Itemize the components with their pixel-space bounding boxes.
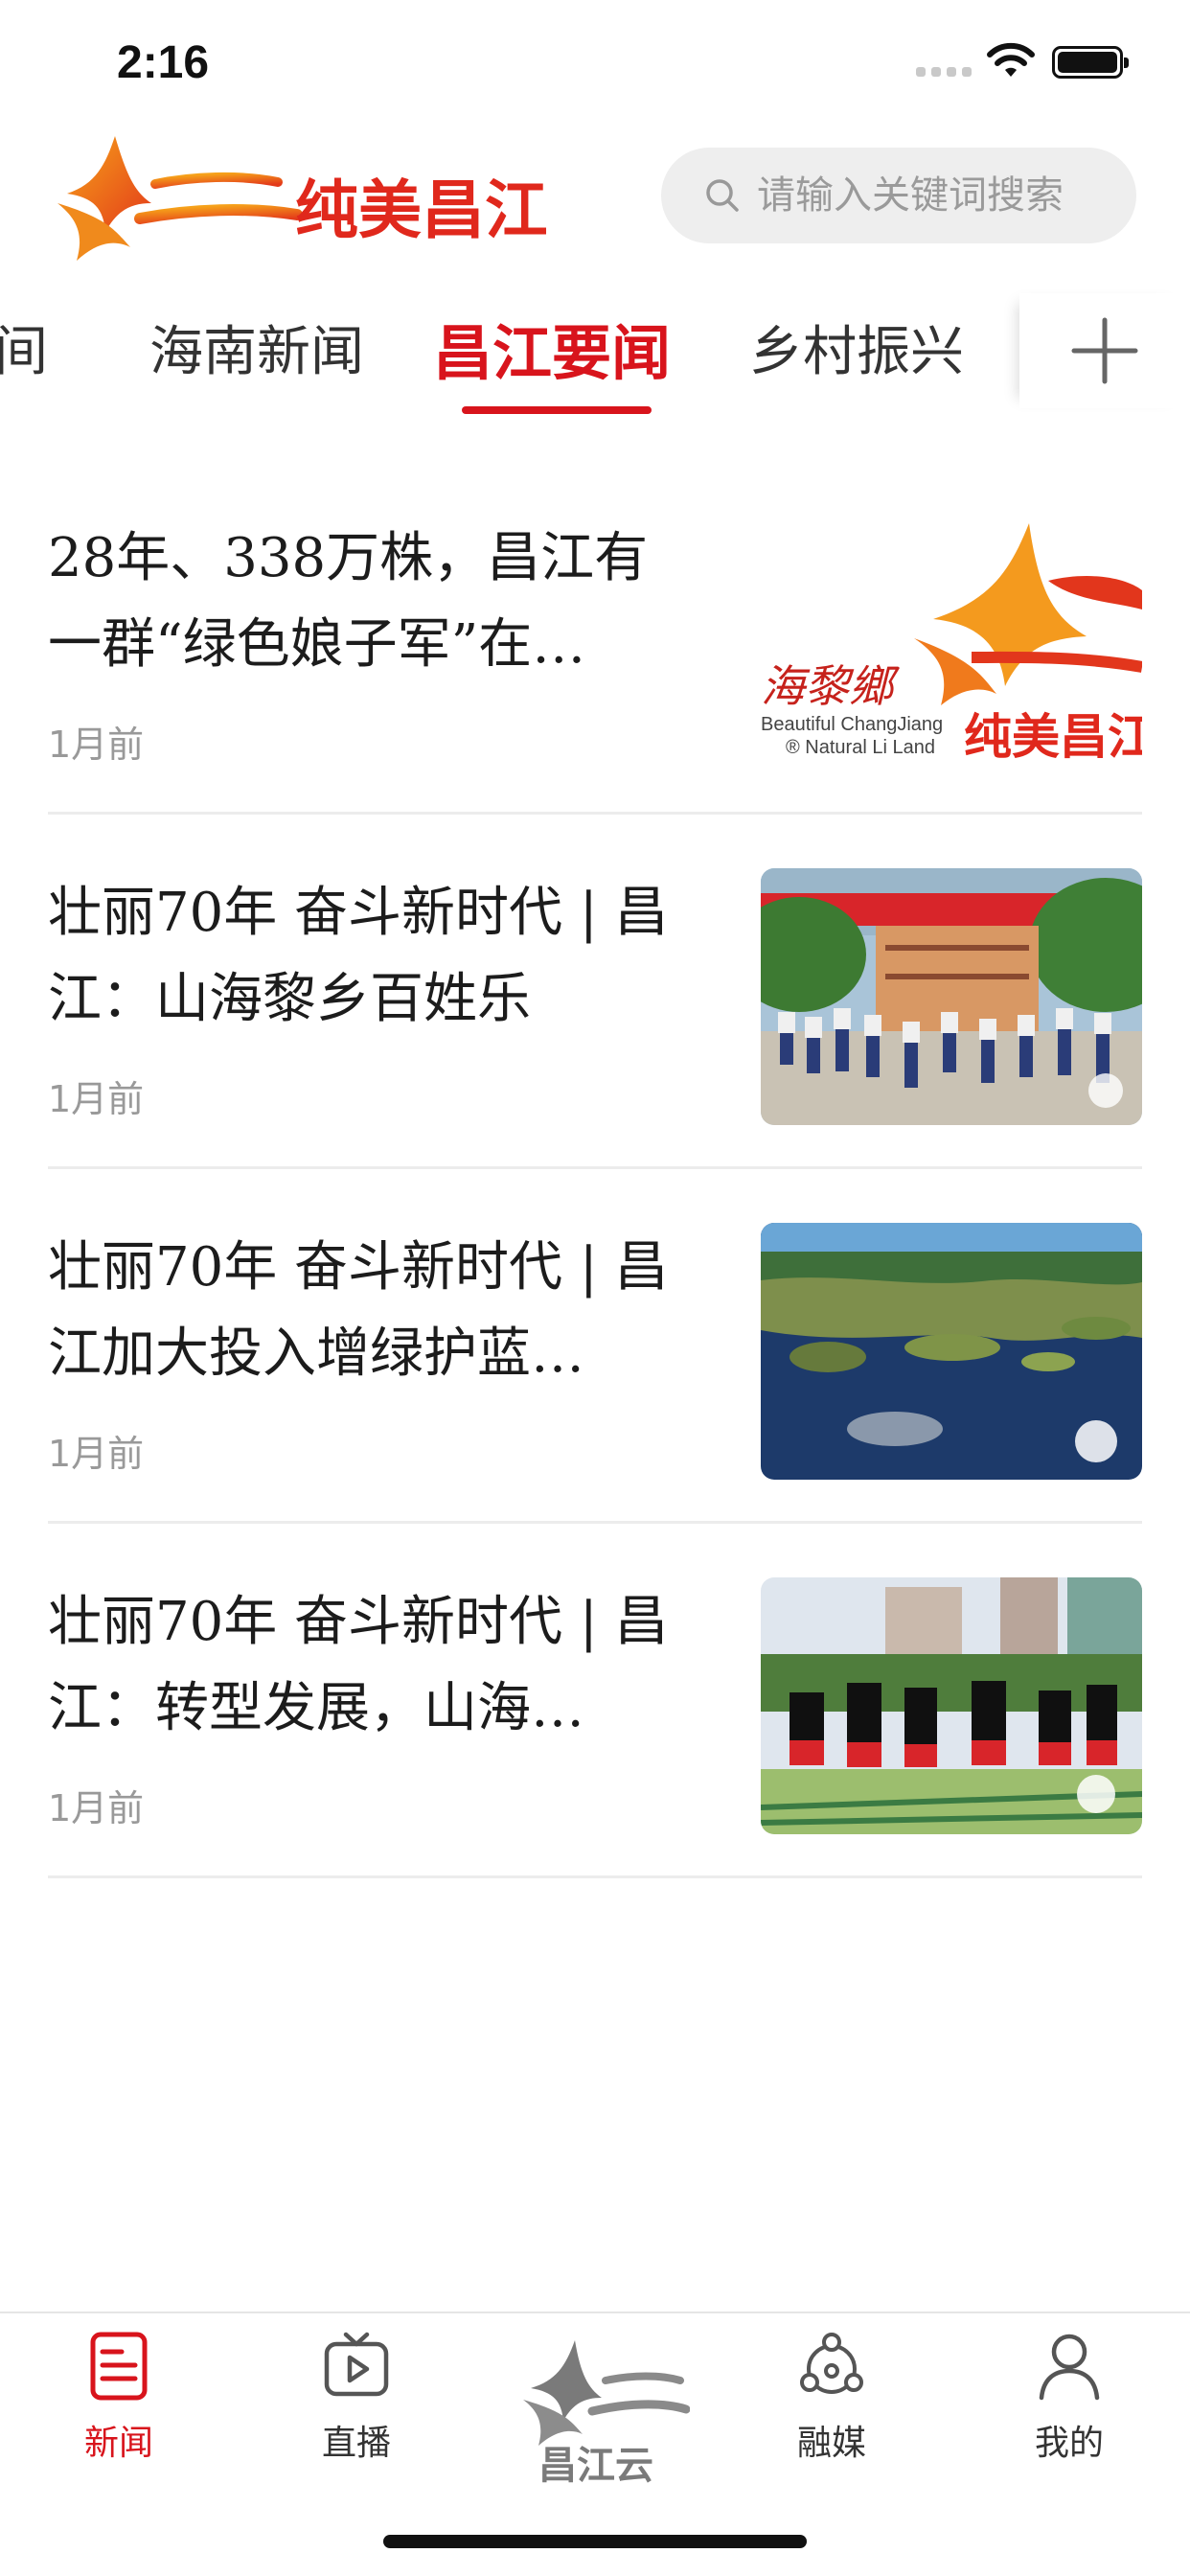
tab-label: 新闻 [83,2424,153,2463]
add-channel-button[interactable] [1019,293,1190,408]
thumb-caption-left: 海黎鄉 [761,660,900,712]
news-time: 1月前 [48,724,145,766]
tab-rural-revitalization[interactable]: 乡村振兴 [749,309,964,386]
cellular-signal-icon [916,67,972,77]
tab-media[interactable]: 融媒 [736,2331,927,2484]
status-bar: 2:16 [0,0,1190,125]
news-time: 1月前 [48,1787,145,1829]
news-item[interactable]: 壮丽70年 奋斗新时代 | 昌江：山海黎乡百姓乐 1月前 [48,815,1142,1169]
tab-hainan-news[interactable]: 海南新闻 [149,309,364,386]
tab-label: 融媒 [796,2424,866,2463]
thumb-caption-en2: ® Natural Li Land [786,737,935,758]
active-tab-indicator [462,406,652,414]
news-time: 1月前 [48,1433,145,1475]
search-icon [706,179,739,212]
news-title: 壮丽70年 奋斗新时代 | 昌江：转型发展，山海… [48,1591,669,1739]
search-input[interactable] [757,173,1102,218]
thumb-caption-en1: Beautiful ChangJiang [761,714,943,735]
tab-partial[interactable]: 间 [0,309,48,386]
news-list: 28年、338万株，昌江有一群“绿色娘子军”在… 1月前 海黎鄉 Beautif… [48,460,1142,1878]
play-icon [324,2332,389,2397]
news-time: 1月前 [48,1078,145,1120]
tab-label: 直播 [321,2424,391,2463]
tab-changjiang-news[interactable]: 昌江要闻 [433,305,671,391]
news-title: 28年、338万株，昌江有一群“绿色娘子军”在… [48,527,649,676]
user-icon [1039,2334,1100,2401]
tab-profile[interactable]: 我的 [973,2331,1165,2484]
plus-icon [1071,317,1138,384]
media-hub-icon [800,2333,863,2394]
changjiang-cloud-logo: 昌江云 [523,2340,691,2488]
news-icon [90,2332,148,2401]
news-title: 壮丽70年 奋斗新时代 | 昌江加大投入增绿护蓝… [48,1236,669,1385]
news-thumbnail [761,868,1142,1125]
search-bar[interactable] [661,148,1136,243]
news-thumbnail [761,1223,1142,1480]
battery-icon [1052,46,1129,79]
logo-text: 纯美昌江 [295,172,546,247]
news-item[interactable]: 壮丽70年 奋斗新时代 | 昌江加大投入增绿护蓝… 1月前 [48,1169,1142,1524]
news-thumbnail: 海黎鄉 Beautiful ChangJiang ® Natural Li La… [761,514,1142,770]
status-time: 2:16 [117,37,210,88]
app-logo: 纯美昌江 [48,126,548,268]
news-item[interactable]: 壮丽70年 奋斗新时代 | 昌江：转型发展，山海… 1月前 [48,1524,1142,1878]
tab-changjiang-cloud[interactable]: 昌江云 [517,2333,691,2488]
tab-live[interactable]: 直播 [261,2331,452,2484]
channel-tabs: 间 海南新闻 昌江要闻 乡村振兴 [0,288,1018,422]
news-item[interactable]: 28年、338万株，昌江有一群“绿色娘子军”在… 1月前 海黎鄉 Beautif… [48,460,1142,815]
news-thumbnail [761,1577,1142,1834]
tab-label: 昌江云 [538,2443,653,2486]
home-indicator[interactable] [383,2535,807,2548]
thumb-caption-right: 纯美昌江 [964,708,1142,765]
tab-label: 我的 [1034,2424,1104,2463]
news-title: 壮丽70年 奋斗新时代 | 昌江：山海黎乡百姓乐 [48,882,669,1030]
channel-bar: 间 海南新闻 昌江要闻 乡村振兴 [0,288,1190,422]
tab-news[interactable]: 新闻 [23,2331,215,2484]
wifi-icon [987,42,1035,77]
